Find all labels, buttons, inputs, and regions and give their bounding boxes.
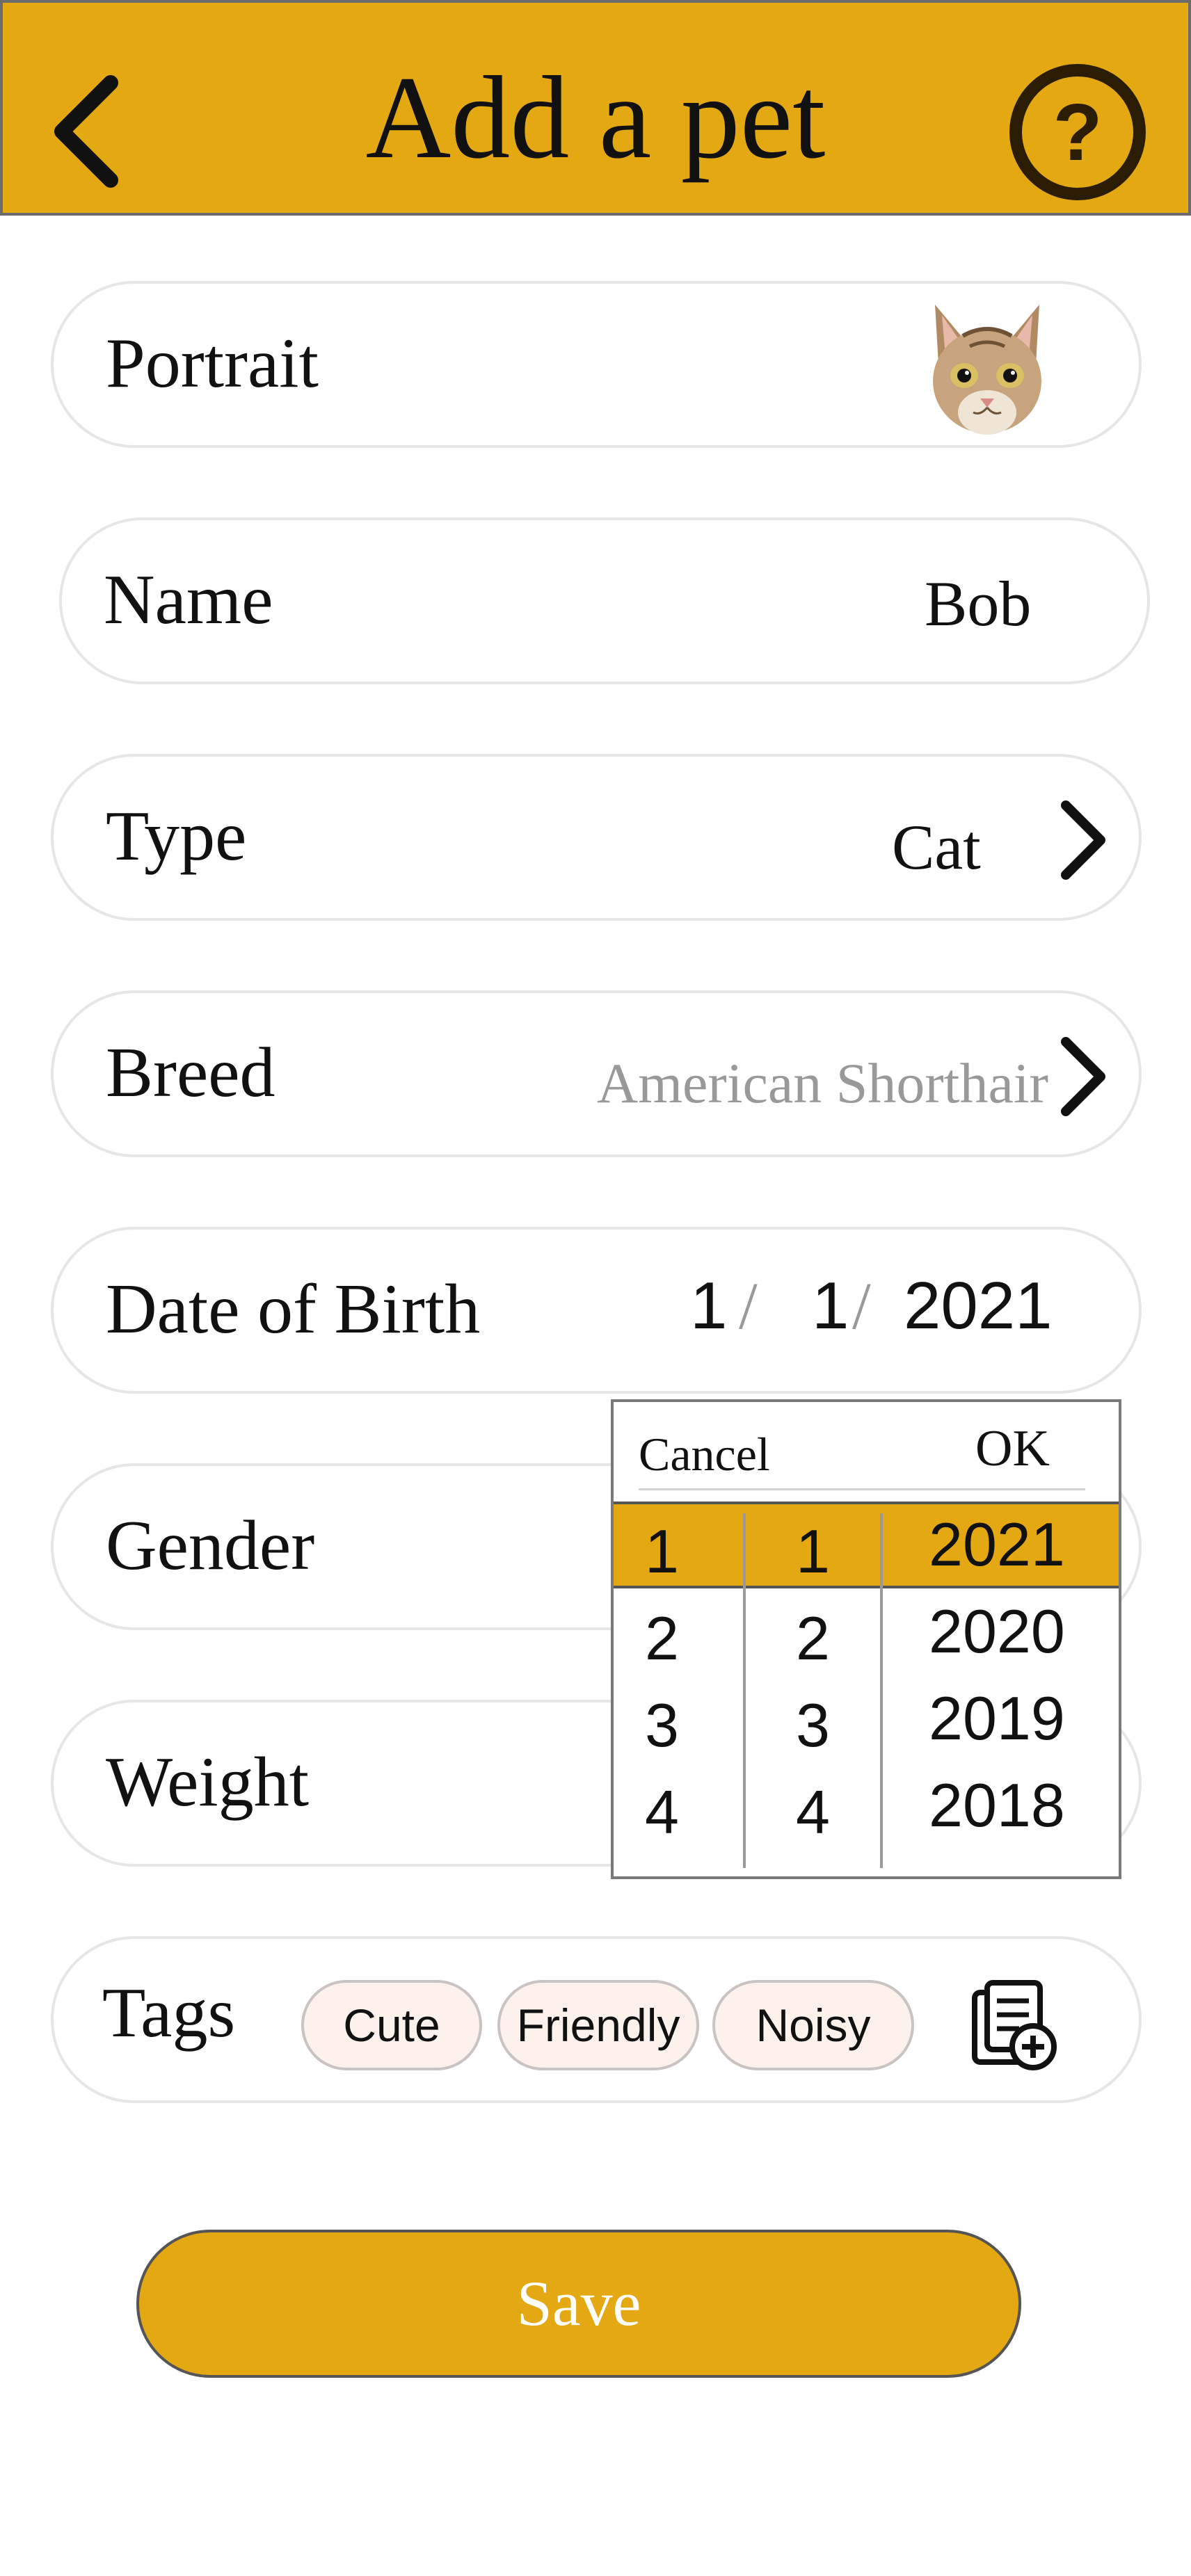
save-button[interactable]: Save — [136, 2230, 1021, 2378]
picker-cancel-button[interactable]: Cancel — [639, 1423, 770, 1486]
picker-month-option[interactable]: 4 — [645, 1774, 679, 1851]
dob-day[interactable]: 1 — [812, 1264, 849, 1348]
picker-month-option[interactable]: 2 — [645, 1600, 679, 1677]
weight-label: Weight — [106, 1743, 310, 1821]
breed-label: Breed — [106, 1033, 275, 1112]
help-icon[interactable]: ? — [1009, 64, 1146, 200]
tag-chip[interactable]: Noisy — [712, 1980, 914, 2070]
breed-chevron-right-icon[interactable] — [1055, 1031, 1111, 1122]
picker-column-divider — [880, 1513, 883, 1868]
picker-ok-button[interactable]: OK — [975, 1417, 1050, 1480]
picker-day-option[interactable]: 2 — [796, 1600, 830, 1677]
tag-chip[interactable]: Friendly — [497, 1980, 699, 2070]
pet-portrait-image[interactable] — [921, 298, 1053, 437]
breed-row[interactable]: Breed American Shorthair — [51, 990, 1142, 1157]
gender-label: Gender — [106, 1506, 315, 1585]
dob-row[interactable]: Date of Birth 1 / 1 / 2021 — [51, 1227, 1142, 1394]
picker-year-option[interactable]: 2021 — [929, 1506, 1065, 1583]
picker-month-option[interactable]: 1 — [645, 1513, 679, 1590]
name-label: Name — [104, 561, 273, 639]
add-tag-icon[interactable] — [965, 1977, 1062, 2075]
app-header: Add a pet ? — [0, 0, 1191, 216]
dob-year[interactable]: 2021 — [904, 1264, 1053, 1348]
tag-chip[interactable]: Cute — [301, 1980, 482, 2070]
picker-year-option[interactable]: 2019 — [929, 1680, 1065, 1757]
portrait-label: Portrait — [106, 324, 319, 403]
tags-label: Tags — [102, 1974, 236, 2052]
name-value[interactable]: Bob — [925, 562, 1031, 645]
breed-placeholder: American Shorthair — [597, 1052, 1048, 1115]
picker-year-option[interactable]: 2020 — [929, 1593, 1065, 1670]
dob-month[interactable]: 1 — [690, 1264, 727, 1348]
portrait-row[interactable]: Portrait — [51, 281, 1142, 448]
picker-day-option[interactable]: 3 — [796, 1687, 830, 1764]
picker-day-option[interactable]: 1 — [796, 1513, 830, 1590]
type-chevron-right-icon[interactable] — [1055, 795, 1111, 885]
picker-month-option[interactable]: 3 — [645, 1687, 679, 1764]
tags-row: Tags Cute Friendly Noisy — [51, 1936, 1142, 2103]
type-row[interactable]: Type Cat — [51, 754, 1142, 921]
dob-separator-1: / — [739, 1269, 758, 1343]
dob-label: Date of Birth — [106, 1270, 481, 1349]
dob-separator-2: / — [852, 1269, 871, 1343]
date-picker-popup: Cancel OK 1 2 3 4 1 2 3 4 2021 2020 2019… — [611, 1399, 1121, 1879]
picker-column-divider — [743, 1513, 746, 1868]
name-row[interactable]: Name Bob — [59, 517, 1150, 684]
picker-divider-line — [639, 1488, 1085, 1490]
type-label: Type — [106, 797, 247, 876]
type-value: Cat — [892, 812, 981, 883]
picker-year-option[interactable]: 2018 — [929, 1767, 1065, 1844]
picker-day-option[interactable]: 4 — [796, 1774, 830, 1851]
